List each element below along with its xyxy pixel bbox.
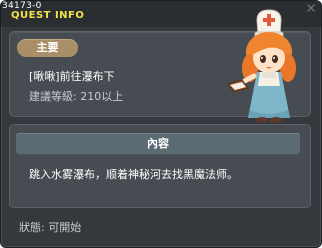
quest-description: 跳入水雾瀑布，顺着神秘河去找黑魔法师。 [29,168,238,181]
window-title: QUEST INFO [11,10,85,21]
quest-level-requirement: 建議等級: 210以上 [29,90,124,103]
npc-portrait-icon [227,9,296,123]
quest-status: 狀態: 可開始 [19,221,82,234]
content-section-header: 內容 [16,133,300,155]
quest-category-badge: 主要 [17,39,78,57]
quest-name: [啾啾]前往瀑布下 [29,70,115,83]
